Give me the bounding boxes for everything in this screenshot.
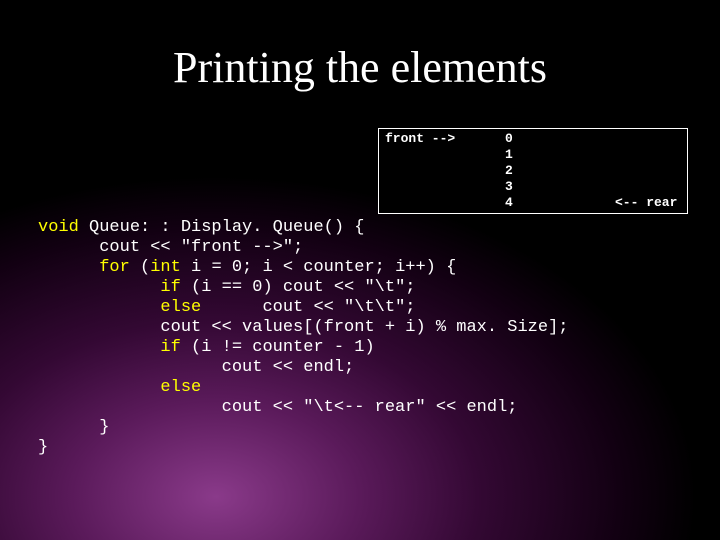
code-line: if (i == 0) cout << "\t";: [38, 278, 415, 297]
demo-front-label: [379, 195, 505, 211]
code-line: if (i != counter - 1): [38, 338, 375, 357]
demo-rear-label: <-- rear: [615, 195, 685, 211]
code-text: [38, 278, 160, 297]
code-line: for (int i = 0; i < counter; i++) {: [38, 258, 456, 277]
keyword-void: void: [38, 218, 79, 237]
code-text: (: [130, 258, 150, 277]
keyword-else: else: [160, 378, 201, 397]
code-line: }: [38, 418, 109, 437]
keyword-if: if: [160, 338, 180, 357]
code-text: [38, 298, 160, 317]
slide: Stack and Queue / Slide 32 Printing the …: [0, 0, 720, 540]
code-line: cout << "\t<-- rear" << endl;: [38, 398, 517, 417]
demo-row: 1: [379, 147, 687, 163]
slide-header: Stack and Queue / Slide 32: [4, 4, 138, 16]
code-text: Queue: : Display. Queue() {: [79, 218, 365, 237]
code-line: cout << values[(front + i) % max. Size];: [38, 318, 569, 337]
keyword-else: else: [160, 298, 201, 317]
output-demo-box: front --> 0 1 2 3 4 <-- rear: [378, 128, 688, 214]
code-line: cout << "front -->";: [38, 238, 303, 257]
code-line: else: [38, 378, 201, 397]
demo-rear-label: [615, 163, 685, 179]
demo-value: 3: [505, 179, 615, 195]
demo-rear-label: [615, 131, 685, 147]
demo-rear-label: [615, 179, 685, 195]
demo-front-label: [379, 179, 505, 195]
code-line: void Queue: : Display. Queue() {: [38, 218, 364, 237]
code-text: i = 0; i < counter; i++) {: [181, 258, 456, 277]
code-line: else cout << "\t\t";: [38, 298, 415, 317]
demo-rear-label: [615, 147, 685, 163]
code-text: [38, 378, 160, 397]
demo-row: 3: [379, 179, 687, 195]
code-line: cout << endl;: [38, 358, 354, 377]
demo-value: 4: [505, 195, 615, 211]
keyword-for: for: [99, 258, 130, 277]
demo-value: 2: [505, 163, 615, 179]
demo-row: front --> 0: [379, 131, 687, 147]
code-block: void Queue: : Display. Queue() { cout <<…: [38, 218, 569, 458]
demo-value: 0: [505, 131, 615, 147]
code-text: [38, 338, 160, 357]
demo-front-label: [379, 163, 505, 179]
demo-front-label: front -->: [379, 131, 505, 147]
code-text: cout << "\t\t";: [201, 298, 415, 317]
demo-row: 2: [379, 163, 687, 179]
keyword-int: int: [150, 258, 181, 277]
slide-title: Printing the elements: [0, 42, 720, 93]
code-text: (i == 0) cout << "\t";: [181, 278, 416, 297]
code-text: (i != counter - 1): [181, 338, 375, 357]
demo-front-label: [379, 147, 505, 163]
demo-value: 1: [505, 147, 615, 163]
code-line: }: [38, 438, 48, 457]
code-text: [38, 258, 99, 277]
keyword-if: if: [160, 278, 180, 297]
header-rule: [4, 20, 716, 21]
demo-row: 4 <-- rear: [379, 195, 687, 211]
